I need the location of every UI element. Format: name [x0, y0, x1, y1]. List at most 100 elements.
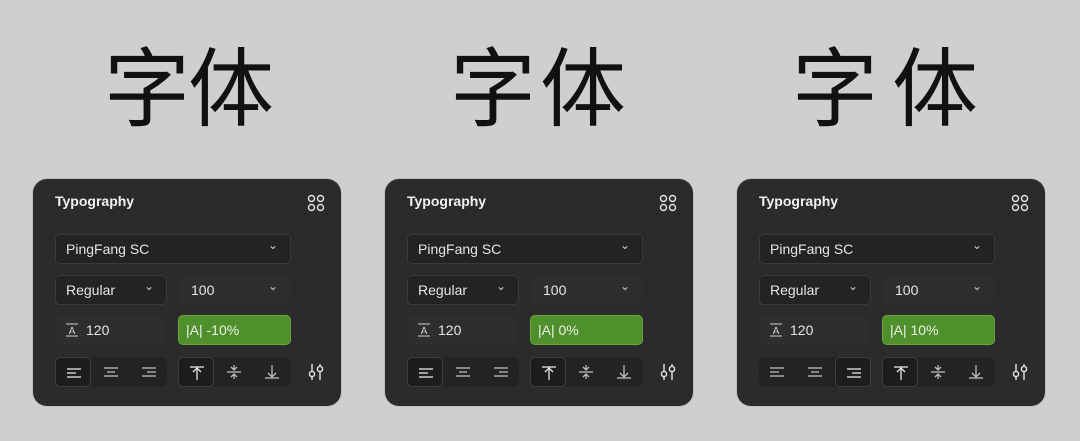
text-align-group — [55, 357, 167, 387]
align-middle-icon — [931, 365, 945, 379]
align-center-button[interactable] — [445, 357, 481, 387]
align-center-button[interactable] — [93, 357, 129, 387]
line-height-input[interactable]: A 120 — [55, 315, 167, 345]
line-height-value: 120 — [790, 322, 814, 338]
line-height-icon: A — [66, 323, 78, 337]
font-size-select[interactable]: 100 ⌄ — [530, 275, 643, 305]
font-size-value: 100 — [191, 282, 215, 298]
align-right-button[interactable] — [131, 357, 167, 387]
align-bottom-icon — [617, 365, 631, 379]
align-top-icon — [894, 366, 908, 380]
align-left-icon — [67, 368, 81, 378]
align-center-icon — [104, 367, 118, 377]
font-weight-select[interactable]: Regular ⌄ — [55, 275, 167, 305]
vertical-align-group — [530, 357, 643, 387]
align-top-button[interactable] — [882, 357, 918, 387]
align-top-button[interactable] — [178, 357, 214, 387]
font-weight-select[interactable]: Regular ⌄ — [407, 275, 519, 305]
typography-panel: Typography PingFang SC ⌄ Regular ⌄ 100 ⌄… — [385, 179, 693, 406]
sliders-icon[interactable] — [1011, 363, 1029, 381]
line-height-value: 120 — [86, 322, 110, 338]
chevron-down-icon: ⌄ — [143, 279, 154, 293]
typography-panel: Typography PingFang SC ⌄ Regular ⌄ 100 ⌄… — [33, 179, 341, 406]
grid-dots-icon[interactable] — [1011, 194, 1029, 212]
align-center-icon — [456, 367, 470, 377]
chevron-down-icon: ⌄ — [267, 279, 278, 293]
sliders-icon[interactable] — [659, 363, 677, 381]
letter-spacing-input[interactable]: |A| 10% — [882, 315, 995, 345]
align-right-icon — [494, 367, 508, 377]
panel-title: Typography — [55, 193, 135, 209]
font-family-value: PingFang SC — [418, 241, 502, 257]
line-height-input[interactable]: A 120 — [759, 315, 871, 345]
svg-text:A: A — [69, 326, 76, 337]
chevron-down-icon: ⌄ — [619, 279, 630, 293]
font-weight-value: Regular — [770, 282, 820, 298]
align-top-icon — [190, 366, 204, 380]
line-height-icon: A — [418, 323, 430, 337]
glyph-preview: 字体 — [792, 40, 992, 140]
letter-spacing-value: |A| -10% — [186, 322, 240, 338]
font-weight-value: Regular — [418, 282, 468, 298]
chevron-down-icon: ⌄ — [495, 279, 506, 293]
font-family-select[interactable]: PingFang SC ⌄ — [55, 234, 291, 264]
align-middle-button[interactable] — [568, 357, 604, 387]
font-weight-value: Regular — [66, 282, 116, 298]
vertical-align-group — [178, 357, 291, 387]
align-left-icon — [419, 368, 433, 378]
glyph-preview: 字体 — [104, 40, 274, 140]
align-left-icon — [770, 367, 784, 377]
align-center-button[interactable] — [797, 357, 833, 387]
svg-text:A: A — [421, 326, 428, 337]
align-top-icon — [542, 366, 556, 380]
chevron-down-icon: ⌄ — [971, 279, 982, 293]
font-family-value: PingFang SC — [770, 241, 854, 257]
align-center-icon — [808, 367, 822, 377]
font-weight-select[interactable]: Regular ⌄ — [759, 275, 871, 305]
align-right-icon — [847, 368, 861, 378]
align-middle-button[interactable] — [216, 357, 252, 387]
panel-title: Typography — [407, 193, 487, 209]
align-top-button[interactable] — [530, 357, 566, 387]
vertical-align-group — [882, 357, 995, 387]
text-align-group — [759, 357, 871, 387]
align-right-icon — [142, 367, 156, 377]
font-size-select[interactable]: 100 ⌄ — [178, 275, 291, 305]
align-bottom-button[interactable] — [254, 357, 290, 387]
align-left-button[interactable] — [55, 357, 91, 387]
font-family-select[interactable]: PingFang SC ⌄ — [759, 234, 995, 264]
letter-spacing-input[interactable]: |A| 0% — [530, 315, 643, 345]
align-left-button[interactable] — [407, 357, 443, 387]
line-height-value: 120 — [438, 322, 462, 338]
align-bottom-icon — [969, 365, 983, 379]
svg-text:A: A — [773, 326, 780, 337]
text-align-group — [407, 357, 519, 387]
font-family-value: PingFang SC — [66, 241, 150, 257]
panel-title: Typography — [759, 193, 839, 209]
chevron-down-icon: ⌄ — [971, 238, 982, 252]
letter-spacing-value: |A| 0% — [538, 322, 579, 338]
line-height-input[interactable]: A 120 — [407, 315, 519, 345]
font-size-value: 100 — [543, 282, 567, 298]
letter-spacing-input[interactable]: |A| -10% — [178, 315, 291, 345]
align-left-button[interactable] — [759, 357, 795, 387]
font-family-select[interactable]: PingFang SC ⌄ — [407, 234, 643, 264]
align-right-button[interactable] — [483, 357, 519, 387]
glyph-preview: 字体 — [450, 40, 630, 140]
chevron-down-icon: ⌄ — [619, 238, 630, 252]
line-height-icon: A — [770, 323, 782, 337]
chevron-down-icon: ⌄ — [267, 238, 278, 252]
font-size-select[interactable]: 100 ⌄ — [882, 275, 995, 305]
grid-dots-icon[interactable] — [659, 194, 677, 212]
font-size-value: 100 — [895, 282, 919, 298]
letter-spacing-value: |A| 10% — [890, 322, 939, 338]
chevron-down-icon: ⌄ — [847, 279, 858, 293]
align-bottom-icon — [265, 365, 279, 379]
align-bottom-button[interactable] — [958, 357, 994, 387]
align-middle-button[interactable] — [920, 357, 956, 387]
sliders-icon[interactable] — [307, 363, 325, 381]
typography-panel: Typography PingFang SC ⌄ Regular ⌄ 100 ⌄… — [737, 179, 1045, 406]
align-right-button[interactable] — [835, 357, 871, 387]
align-bottom-button[interactable] — [606, 357, 642, 387]
grid-dots-icon[interactable] — [307, 194, 325, 212]
